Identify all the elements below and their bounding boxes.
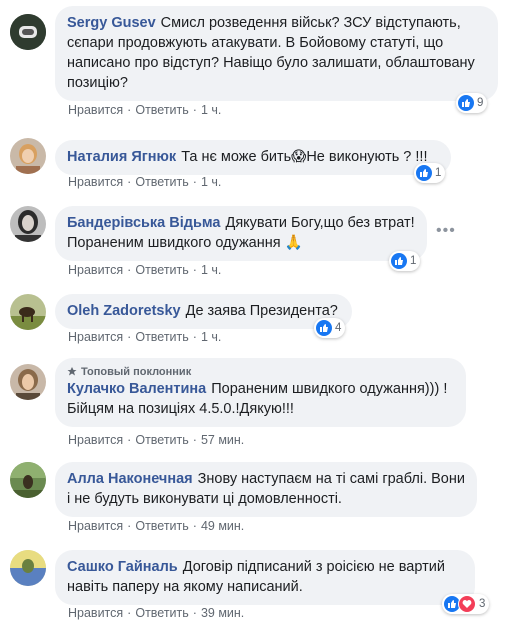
like-link[interactable]: Нравится bbox=[68, 103, 123, 117]
timestamp[interactable]: 49 мин. bbox=[201, 519, 244, 533]
timestamp[interactable]: 57 мин. bbox=[201, 433, 244, 447]
comment-author[interactable]: Алла Наконечная bbox=[67, 471, 193, 487]
comment-bubble: Sergy Gusev Смисл розведення військ? ЗСУ … bbox=[55, 6, 498, 101]
comment-bubble: Алла Наконечная Знову наступаєм на ті сам… bbox=[55, 462, 477, 517]
reply-link[interactable]: Ответить bbox=[135, 433, 188, 447]
like-icon bbox=[416, 165, 432, 181]
like-link[interactable]: Нравится bbox=[68, 330, 123, 344]
comment-bubble: Oleh Zadoretsky Де заява Президента? bbox=[55, 294, 352, 329]
pray-emoji-icon: 🙏 bbox=[284, 235, 303, 251]
comment-text: Та нє може бить bbox=[181, 149, 292, 165]
comment-actions: Нравится · Ответить · 49 мин. bbox=[68, 519, 245, 533]
reaction-number: 1 bbox=[435, 167, 442, 179]
comment-author[interactable]: Кулачко Валентина bbox=[67, 381, 206, 397]
like-icon bbox=[458, 95, 474, 111]
like-icon bbox=[316, 320, 332, 336]
comment-bubble: Сашко Гайналь Договір підписаний з роісіє… bbox=[55, 550, 475, 605]
reaction-count[interactable]: 1 bbox=[389, 251, 421, 271]
timestamp[interactable]: 1 ч. bbox=[201, 263, 221, 277]
comment-bubble: Топовый поклонник Кулачко Валентина Поран… bbox=[55, 358, 466, 427]
avatar[interactable] bbox=[10, 138, 46, 174]
love-icon bbox=[458, 595, 476, 613]
reaction-count[interactable]: 4 bbox=[314, 318, 346, 338]
comment-text: Де заява Президента? bbox=[185, 303, 338, 319]
reply-link[interactable]: Ответить bbox=[135, 519, 188, 533]
badge-label: Топовый поклонник bbox=[81, 366, 192, 378]
comment-actions: Нравится · Ответить · 39 мин. bbox=[68, 606, 245, 620]
comment-actions: Нравится · Ответить · 1 ч. bbox=[68, 330, 222, 344]
top-fan-badge: Топовый поклонник bbox=[67, 365, 454, 379]
avatar[interactable] bbox=[10, 206, 46, 242]
reaction-count[interactable]: 1 bbox=[414, 163, 446, 183]
comment-actions: Нравится · Ответить · 1 ч. bbox=[68, 175, 222, 189]
comment-author[interactable]: Сашко Гайналь bbox=[67, 559, 178, 575]
timestamp[interactable]: 1 ч. bbox=[201, 175, 221, 189]
reply-link[interactable]: Ответить bbox=[135, 263, 188, 277]
reaction-count[interactable]: 9 bbox=[456, 93, 488, 113]
reaction-count[interactable]: 3 bbox=[442, 594, 490, 614]
comment-author[interactable]: Бандерівська Відьма bbox=[67, 215, 221, 231]
comment-text-2: Не виконують ? !!! bbox=[306, 149, 428, 165]
avatar[interactable] bbox=[10, 550, 46, 586]
reply-link[interactable]: Ответить bbox=[135, 606, 188, 620]
timestamp[interactable]: 1 ч. bbox=[201, 330, 221, 344]
comment-author[interactable]: Sergy Gusev bbox=[67, 15, 156, 31]
like-link[interactable]: Нравится bbox=[68, 606, 123, 620]
like-link[interactable]: Нравится bbox=[68, 175, 123, 189]
avatar[interactable] bbox=[10, 14, 46, 50]
timestamp[interactable]: 1 ч. bbox=[201, 103, 221, 117]
avatar-image bbox=[10, 550, 46, 586]
reaction-number: 4 bbox=[335, 322, 342, 334]
top-fan-badge-icon bbox=[67, 367, 77, 376]
like-link[interactable]: Нравится bbox=[68, 263, 123, 277]
scream-emoji-icon: 😱 bbox=[291, 149, 307, 165]
avatar-image bbox=[10, 206, 46, 242]
reaction-number: 9 bbox=[477, 97, 484, 109]
like-link[interactable]: Нравится bbox=[68, 519, 123, 533]
avatar[interactable] bbox=[10, 462, 46, 498]
like-icon bbox=[391, 253, 407, 269]
avatar[interactable] bbox=[10, 294, 46, 330]
avatar-image bbox=[10, 138, 46, 174]
reaction-number: 1 bbox=[410, 255, 417, 267]
more-options-icon[interactable]: ••• bbox=[436, 222, 456, 240]
comment-actions: Нравится · Ответить · 57 мин. bbox=[68, 433, 245, 447]
like-link[interactable]: Нравится bbox=[68, 433, 123, 447]
comment-actions: Нравится · Ответить · 1 ч. bbox=[68, 263, 222, 277]
reply-link[interactable]: Ответить bbox=[135, 103, 188, 117]
comment-author[interactable]: Наталия Ягнюк bbox=[67, 149, 176, 165]
comment-bubble: Наталия Ягнюк Та нє може бить😱Не виконуют… bbox=[55, 140, 451, 175]
avatar-image bbox=[10, 294, 46, 330]
avatar[interactable] bbox=[10, 364, 46, 400]
timestamp[interactable]: 39 мин. bbox=[201, 606, 244, 620]
reply-link[interactable]: Ответить bbox=[135, 175, 188, 189]
comment-bubble: Бандерівська Відьма Дякувати Богу,що без … bbox=[55, 206, 427, 261]
avatar-image bbox=[10, 462, 46, 498]
reply-link[interactable]: Ответить bbox=[135, 330, 188, 344]
reaction-number: 3 bbox=[479, 598, 486, 610]
comment-author[interactable]: Oleh Zadoretsky bbox=[67, 303, 181, 319]
avatar-image bbox=[10, 14, 46, 50]
comment-actions: Нравится · Ответить · 1 ч. bbox=[68, 103, 222, 117]
avatar-image bbox=[10, 364, 46, 400]
